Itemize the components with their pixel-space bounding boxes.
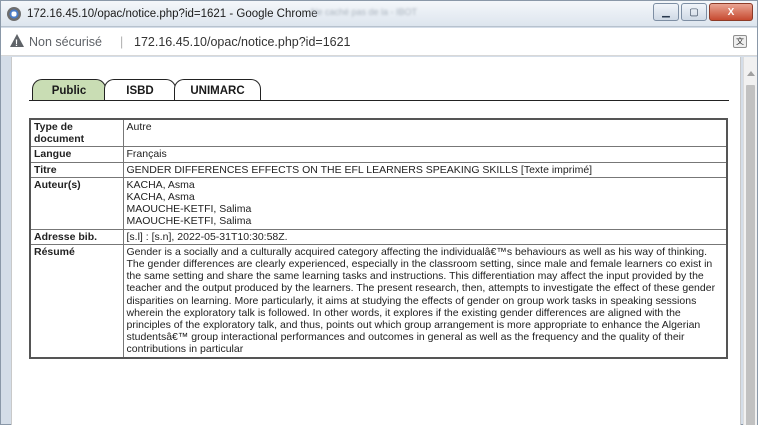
address-bar[interactable]: ! Non sécurisé | 172.16.45.10/opac/notic…	[1, 28, 757, 56]
tab-public[interactable]: Public	[32, 79, 106, 101]
resume-label: Résumé	[29, 243, 124, 359]
titre-value: GENDER DIFFERENCES EFFECTS ON THE EFL LE…	[122, 161, 728, 178]
table-row: Résumé Gender is a socially and a cultur…	[29, 243, 728, 359]
notice-table: Type de document Autre Langue Français T…	[29, 118, 728, 359]
tab-isbd[interactable]: ISBD	[104, 79, 176, 101]
table-row: Titre GENDER DIFFERENCES EFFECTS ON THE …	[29, 161, 728, 178]
window-title: 172.16.45.10/opac/notice.php?id=1621 - G…	[27, 8, 318, 20]
adresse-value: [s.l] : [s.n], 2022-05-31T10:30:58Z.	[122, 228, 728, 245]
browser-window: 172.16.45.10/opac/notice.php?id=1621 - G…	[0, 0, 758, 425]
maximize-button[interactable]: ▢	[681, 3, 707, 21]
adresse-label: Adresse bib.	[29, 228, 124, 245]
table-row: Langue Français	[29, 146, 728, 163]
resume-value: Gender is a socially and a culturally ac…	[122, 243, 728, 359]
langue-value: Français	[122, 146, 728, 163]
window-controls: ▁ ▢ X	[653, 3, 753, 21]
tab-unimarc[interactable]: UNIMARC	[174, 79, 261, 101]
author-link[interactable]: MAOUCHE-KETFI, Salima	[127, 203, 724, 215]
type-document-label: Type de document	[29, 118, 124, 148]
scroll-up-icon[interactable]	[747, 71, 755, 76]
close-button[interactable]: X	[709, 3, 753, 21]
minimize-button[interactable]: ▁	[653, 3, 679, 21]
translate-icon[interactable]: 文	[733, 35, 747, 48]
security-label[interactable]: Non sécurisé	[29, 35, 102, 49]
author-link[interactable]: KACHA, Asma	[127, 191, 724, 203]
vertical-scrollbar[interactable]	[743, 57, 757, 425]
scroll-thumb[interactable]	[746, 85, 755, 425]
titre-label: Titre	[29, 161, 124, 178]
blurred-title-text: Ne caché pas de la - IBOT	[311, 7, 418, 17]
title-bar[interactable]: 172.16.45.10/opac/notice.php?id=1621 - G…	[1, 1, 757, 27]
url-text[interactable]: 172.16.45.10/opac/notice.php?id=1621	[134, 35, 351, 49]
auteurs-value: KACHA, Asma KACHA, Asma MAOUCHE-KETFI, S…	[122, 176, 728, 230]
author-link[interactable]: MAOUCHE-KETFI, Salima	[127, 215, 724, 227]
warning-icon-mark: !	[15, 38, 18, 48]
address-separator: |	[120, 35, 124, 49]
chrome-icon	[7, 7, 21, 21]
tabs-divider	[29, 100, 729, 101]
table-row: Type de document Autre	[29, 118, 728, 148]
author-link[interactable]: KACHA, Asma	[127, 179, 724, 191]
langue-label: Langue	[29, 146, 124, 163]
table-row: Adresse bib. [s.l] : [s.n], 2022-05-31T1…	[29, 228, 728, 245]
type-document-value: Autre	[122, 118, 728, 148]
auteurs-label: Auteur(s)	[29, 176, 124, 230]
page-content: Public ISBD UNIMARC Type de document Aut…	[11, 57, 741, 425]
table-row: Auteur(s) KACHA, Asma KACHA, Asma MAOUCH…	[29, 176, 728, 230]
